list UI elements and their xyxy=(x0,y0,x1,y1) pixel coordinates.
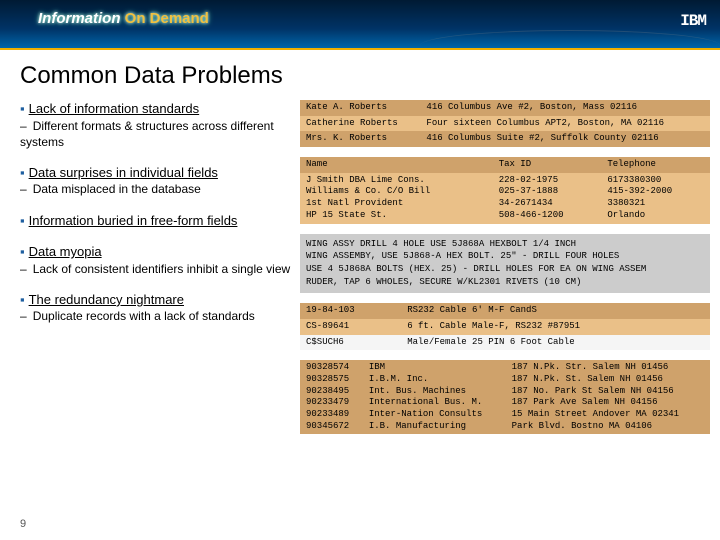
cell: 6 ft. Cable Male-F, RS232 #87951 xyxy=(401,319,710,335)
example-redundancy: 9032857490328575902384959023347990233489… xyxy=(300,360,710,434)
square-bullet-icon: ▪ xyxy=(20,244,25,259)
bullet-item: ▪ The redundancy nightmareDuplicate recor… xyxy=(20,291,300,325)
cell: RS232 Cable 6' M-F CandS xyxy=(401,303,710,319)
table-header-row: NameTax IDTelephone xyxy=(300,157,710,173)
column-header: Name xyxy=(300,157,493,173)
table-row: 9032857490328575902384959023347990233489… xyxy=(300,360,710,434)
bullet-heading: The redundancy nightmare xyxy=(29,292,184,307)
sub-list: Lack of consistent identifiers inhibit a… xyxy=(20,261,300,277)
slide-header: Information On Demand IBM xyxy=(0,0,720,50)
bullet-heading: Information buried in free-form fields xyxy=(29,213,238,228)
cell: IBMI.B.M. Inc.Int. Bus. MachinesInternat… xyxy=(363,360,506,434)
example-surprises: NameTax IDTelephoneJ Smith DBA Lime Cons… xyxy=(300,157,710,223)
table-row: 19-84-103RS232 Cable 6' M-F CandS xyxy=(300,303,710,319)
bullet-item: ▪ Lack of information standards Different … xyxy=(20,100,300,150)
sub-item: Different formats & structures across di… xyxy=(20,118,300,150)
cell: Catherine Roberts xyxy=(300,116,420,132)
table-row: Catherine RobertsFour sixteen Columbus A… xyxy=(300,116,710,132)
freeform-line: WING ASSY DRILL 4 HOLE USE 5J868A HEXBOL… xyxy=(306,239,704,251)
cell: 416 Columbus Ave #2, Boston, Mass 02116 xyxy=(420,100,710,116)
ibm-logo: IBM xyxy=(680,12,706,30)
bullet-heading: Lack of information standards xyxy=(29,101,200,116)
table-row: CS-896416 ft. Cable Male-F, RS232 #87951 xyxy=(300,319,710,335)
cell: Kate A. Roberts xyxy=(300,100,420,116)
sub-list: Duplicate records with a lack of standar… xyxy=(20,308,300,324)
cell: C$SUCH6 xyxy=(300,335,401,351)
cell: Male/Female 25 PIN 6 Foot Cable xyxy=(401,335,710,351)
cell: 6173380300415-392-20003380321Orlando xyxy=(601,173,710,224)
bullet-item: ▪ Data surprises in individual fieldsData… xyxy=(20,164,300,198)
column-header: Telephone xyxy=(601,157,710,173)
slide-body: ▪ Lack of information standards Different … xyxy=(0,100,720,444)
brand-word-a: Information xyxy=(38,10,121,27)
bullet-heading: Data myopia xyxy=(29,244,102,259)
cell: 9032857490328575902384959023347990233489… xyxy=(300,360,363,434)
square-bullet-icon: ▪ xyxy=(20,101,25,116)
sub-list: Different formats & structures across di… xyxy=(20,118,300,150)
square-bullet-icon: ▪ xyxy=(20,292,25,307)
bullet-item: ▪ Information buried in free-form fields xyxy=(20,212,300,230)
table-row: C$SUCH6Male/Female 25 PIN 6 Foot Cable xyxy=(300,335,710,351)
examples-column: Kate A. Roberts416 Columbus Ave #2, Bost… xyxy=(300,100,710,444)
table-row: Kate A. Roberts416 Columbus Ave #2, Bost… xyxy=(300,100,710,116)
example-freeform: WING ASSY DRILL 4 HOLE USE 5J868A HEXBOL… xyxy=(300,234,710,294)
cell: 19-84-103 xyxy=(300,303,401,319)
sub-item: Duplicate records with a lack of standar… xyxy=(20,308,300,324)
brand-word-b: On Demand xyxy=(125,10,209,27)
brand-title: Information On Demand xyxy=(38,10,209,27)
bullet-heading: Data surprises in individual fields xyxy=(29,165,218,180)
table-row: J Smith DBA Lime Cons.Williams & Co. C/O… xyxy=(300,173,710,224)
freeform-line: WING ASSEMBY, USE 5J868-A HEX BOLT. 25" … xyxy=(306,251,704,263)
sub-list: Data misplaced in the database xyxy=(20,181,300,197)
cell: CS-89641 xyxy=(300,319,401,335)
sub-item: Lack of consistent identifiers inhibit a… xyxy=(20,261,300,277)
freeform-line: USE 4 5J868A BOLTS (HEX. 25) - DRILL HOL… xyxy=(306,264,704,276)
bullet-column: ▪ Lack of information standards Different … xyxy=(20,100,300,444)
swoosh-decoration xyxy=(420,30,720,61)
cell: 416 Columbus Suite #2, Suffolk County 02… xyxy=(420,131,710,147)
bullet-item: ▪ Data myopia Lack of consistent identifie… xyxy=(20,243,300,277)
square-bullet-icon: ▪ xyxy=(20,165,25,180)
table-row: Mrs. K. Roberts416 Columbus Suite #2, Su… xyxy=(300,131,710,147)
cell: Mrs. K. Roberts xyxy=(300,131,420,147)
cell: J Smith DBA Lime Cons.Williams & Co. C/O… xyxy=(300,173,493,224)
cell: 228-02-1975025-37-188834-2671434508-466-… xyxy=(493,173,602,224)
sub-item: Data misplaced in the database xyxy=(20,181,300,197)
column-header: Tax ID xyxy=(493,157,602,173)
cell: Four sixteen Columbus APT2, Boston, MA 0… xyxy=(420,116,710,132)
example-myopia: 19-84-103RS232 Cable 6' M-F CandSCS-8964… xyxy=(300,303,710,350)
freeform-line: RUDER, TAP 6 WHOLES, SECURE W/KL2301 RIV… xyxy=(306,277,704,289)
page-number: 9 xyxy=(20,518,26,530)
cell: 187 N.Pk. Str. Salem NH 01456187 N.Pk. S… xyxy=(506,360,710,434)
example-standards: Kate A. Roberts416 Columbus Ave #2, Bost… xyxy=(300,100,710,147)
square-bullet-icon: ▪ xyxy=(20,213,25,228)
